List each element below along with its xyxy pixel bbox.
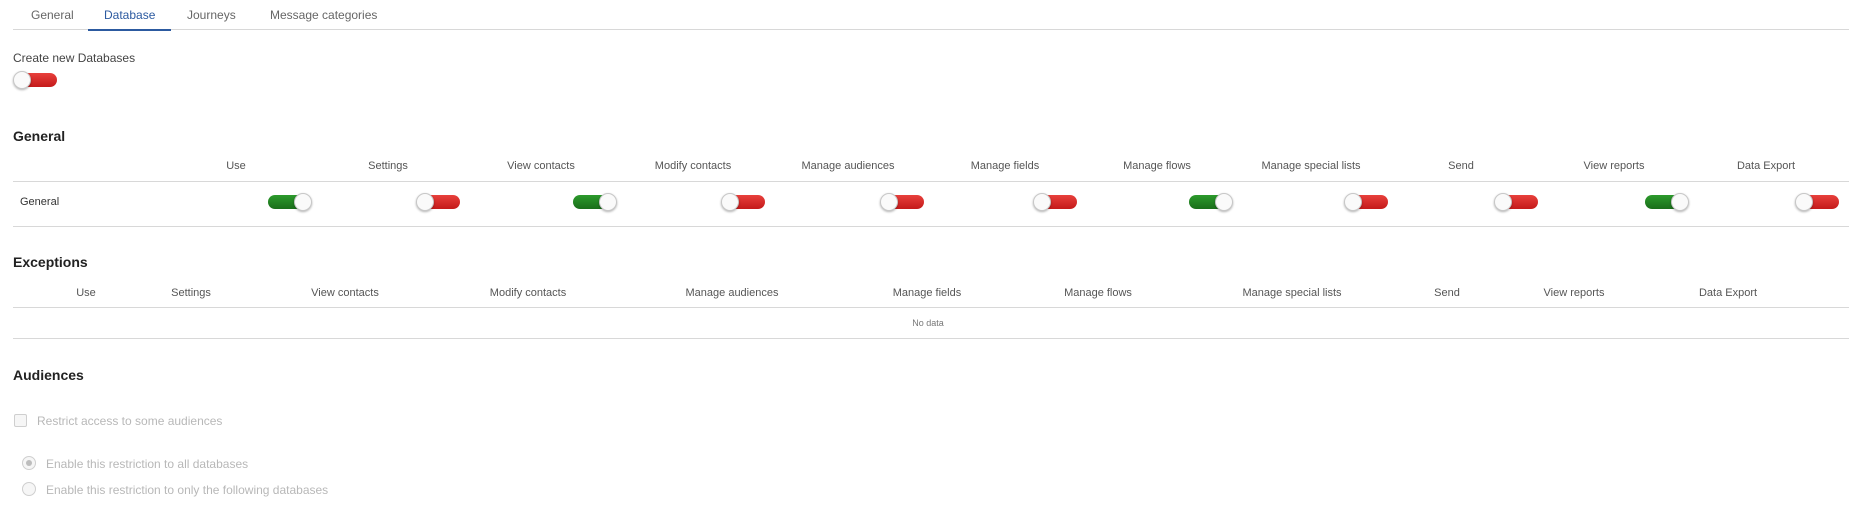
exceptions-col-header: Manage special lists: [1242, 287, 1342, 299]
toggle-knob: [1494, 193, 1512, 211]
general-permission-toggle[interactable]: [1645, 193, 1689, 211]
exceptions-col-header: View contacts: [311, 287, 379, 299]
general-col-header: Manage special lists: [1261, 160, 1361, 172]
audiences-section-title: Audiences: [13, 367, 84, 383]
exceptions-section-title: Exceptions: [13, 254, 88, 270]
general-col-header: Manage audiences: [801, 160, 895, 172]
toggle-knob: [721, 193, 739, 211]
toggle-knob: [880, 193, 898, 211]
general-permission-toggle[interactable]: [1344, 193, 1388, 211]
general-col-header: Settings: [368, 160, 408, 172]
toggle-knob: [294, 193, 312, 211]
no-data-text: No data: [912, 318, 944, 328]
general-permission-toggle[interactable]: [1189, 193, 1233, 211]
create-new-databases-toggle[interactable]: [13, 71, 57, 89]
general-permission-toggle[interactable]: [1033, 193, 1077, 211]
toggle-knob: [1795, 193, 1813, 211]
general-permission-toggle[interactable]: [268, 193, 312, 211]
exceptions-col-header: Manage fields: [892, 287, 962, 299]
toggle-knob: [1215, 193, 1233, 211]
general-permission-toggle[interactable]: [880, 193, 924, 211]
general-col-header: View contacts: [507, 160, 575, 172]
restrict-some-databases-radio[interactable]: [22, 482, 36, 496]
divider: [13, 338, 1849, 339]
restrict-all-databases-label: Enable this restriction to all databases: [46, 457, 249, 471]
divider: [13, 181, 1849, 182]
tab-message-categories[interactable]: Message categories: [254, 0, 393, 30]
toggle-knob: [599, 193, 617, 211]
general-permission-toggle[interactable]: [573, 193, 617, 211]
tab-bar: General Database Journeys Message catego…: [13, 0, 1849, 31]
general-permission-toggle[interactable]: [416, 193, 460, 211]
general-permission-toggle[interactable]: [1494, 193, 1538, 211]
general-section-title: General: [13, 128, 66, 144]
exceptions-col-header: View reports: [1543, 287, 1605, 299]
restrict-some-databases-label: Enable this restriction to only the foll…: [46, 483, 329, 497]
tab-journeys[interactable]: Journeys: [171, 0, 252, 30]
exceptions-col-header: Send: [1434, 287, 1460, 299]
exceptions-col-header: Data Export: [1698, 287, 1758, 299]
exceptions-col-header: Manage flows: [1064, 287, 1132, 299]
tab-general[interactable]: General: [15, 0, 90, 30]
create-new-databases-label: Create new Databases: [13, 51, 136, 65]
general-col-header: Data Export: [1736, 160, 1796, 172]
exceptions-col-header: Use: [76, 287, 96, 299]
toggle-knob: [13, 71, 31, 89]
toggle-knob: [416, 193, 434, 211]
divider: [13, 307, 1849, 308]
general-col-header: Manage flows: [1123, 160, 1191, 172]
toggle-knob: [1671, 193, 1689, 211]
tab-database[interactable]: Database: [88, 0, 172, 31]
general-permission-toggle[interactable]: [721, 193, 765, 211]
general-col-header: Use: [226, 160, 246, 172]
general-col-header: Modify contacts: [654, 160, 732, 172]
exceptions-col-header: Settings: [171, 287, 211, 299]
divider: [13, 226, 1849, 227]
restrict-all-databases-radio[interactable]: [22, 456, 36, 470]
exceptions-col-header: Modify contacts: [489, 287, 567, 299]
toggle-knob: [1033, 193, 1051, 211]
general-col-header: View reports: [1583, 160, 1645, 172]
general-permission-toggle[interactable]: [1795, 193, 1839, 211]
restrict-audiences-checkbox[interactable]: [14, 414, 27, 427]
restrict-audiences-label: Restrict access to some audiences: [37, 414, 223, 428]
general-col-header: Manage fields: [970, 160, 1040, 172]
general-col-header: Send: [1448, 160, 1474, 172]
toggle-knob: [1344, 193, 1362, 211]
exceptions-col-header: Manage audiences: [685, 287, 779, 299]
general-row-label: General: [20, 196, 60, 208]
